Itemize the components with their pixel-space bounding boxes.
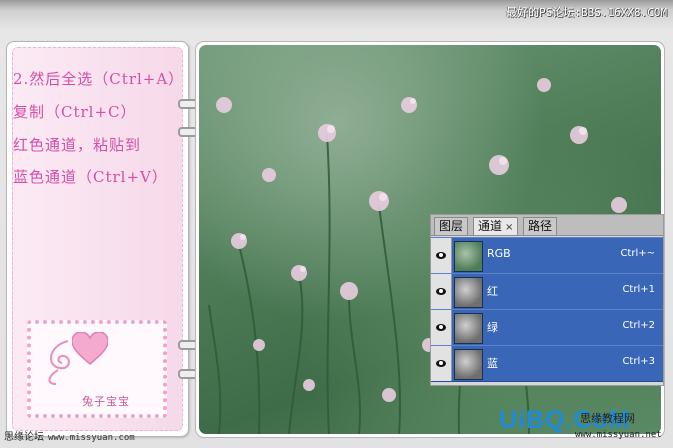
tab-layers-label: 图层 — [439, 219, 464, 233]
visibility-eye-icon[interactable] — [431, 310, 452, 345]
forum-name: 思缘论坛 — [4, 432, 44, 443]
forum-footer: 思缘论坛 www.missyuan.com — [4, 428, 135, 443]
instruction-line-2: 复制（Ctrl+C） — [13, 103, 137, 121]
visibility-eye-icon[interactable] — [431, 274, 452, 309]
instruction-line-1: 2.然后全选（Ctrl+A） — [13, 70, 185, 88]
close-icon[interactable]: × — [505, 222, 513, 233]
channel-row-green[interactable]: 绿 Ctrl+2 — [431, 309, 663, 346]
channel-thumbnail — [454, 313, 483, 344]
forum-url: www.missyuan.com — [48, 433, 135, 443]
channel-thumbnail — [454, 241, 483, 272]
channel-name: 蓝 — [487, 357, 498, 370]
forum-watermark: 最好的PS论坛:BBS.16XX8.COM — [506, 6, 667, 19]
brand-url: www.missyuan.net — [575, 430, 662, 440]
tab-paths[interactable]: 路径 — [523, 217, 558, 235]
instruction-line-4: 蓝色通道（Ctrl+V） — [13, 168, 168, 186]
channel-name: RGB — [487, 247, 511, 260]
channel-row-rgb[interactable]: RGB Ctrl+~ — [431, 237, 663, 274]
visibility-eye-icon[interactable] — [431, 238, 452, 273]
channel-shortcut: Ctrl+3 — [622, 356, 655, 367]
channels-panel: 图层 通道× 路径 RGB Ctrl+~ 红 Ctrl+1 绿 Ctrl+2 — [430, 214, 664, 386]
tab-layers[interactable]: 图层 — [434, 217, 469, 235]
channel-shortcut: Ctrl+2 — [622, 320, 655, 331]
brand-subtitle: 思缘教程网 — [580, 412, 635, 425]
channel-thumbnail — [454, 277, 483, 308]
tab-paths-label: 路径 — [528, 219, 553, 233]
channel-row-blue[interactable]: 蓝 Ctrl+3 — [431, 345, 663, 382]
tab-channels[interactable]: 通道 × — [473, 217, 519, 235]
swirl-ornament-icon — [48, 340, 70, 385]
tab-channels-label: 通道 — [478, 219, 503, 233]
channel-name: 红 — [487, 285, 498, 298]
visibility-eye-icon[interactable] — [431, 346, 452, 381]
panel-tab-bar: 图层 通道 × 路径 — [431, 215, 663, 236]
logo-text: 兔子宝宝 — [82, 395, 130, 408]
instruction-line-3: 红色通道，粘贴到 — [13, 136, 142, 154]
channel-row-red[interactable]: 红 Ctrl+1 — [431, 273, 663, 310]
channel-shortcut: Ctrl+~ — [620, 248, 655, 259]
channel-shortcut: Ctrl+1 — [622, 284, 655, 295]
channel-name: 绿 — [487, 321, 498, 334]
channel-thumbnail — [454, 349, 483, 380]
